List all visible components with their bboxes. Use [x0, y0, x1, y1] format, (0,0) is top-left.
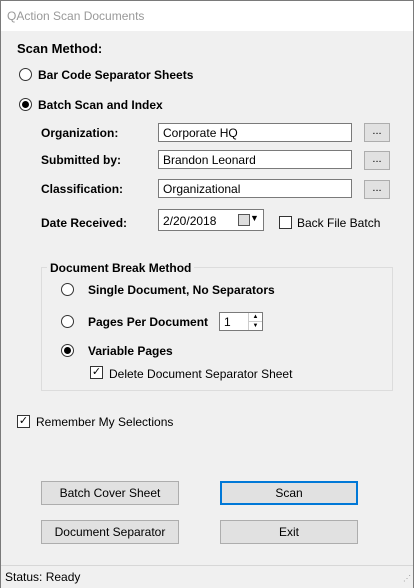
main-window: QAction Scan Documents Scan Method: Bar …: [0, 0, 414, 588]
submitted-by-browse-button[interactable]: ...: [364, 151, 390, 170]
classification-label: Classification:: [41, 182, 124, 196]
radio-variable-pages[interactable]: [61, 344, 74, 357]
radio-pages-per-document[interactable]: [61, 315, 74, 328]
window-title: QAction Scan Documents: [7, 9, 145, 23]
radio-batch-scan-label[interactable]: Batch Scan and Index: [38, 98, 163, 112]
resize-grip-icon[interactable]: ⋰: [403, 574, 411, 583]
radio-pages-per-document-label[interactable]: Pages Per Document: [88, 315, 208, 329]
back-file-batch-label[interactable]: Back File Batch: [297, 216, 380, 230]
title-bar: QAction Scan Documents: [1, 1, 413, 31]
status-text: Status: Ready: [5, 570, 81, 584]
back-file-batch-checkbox[interactable]: [279, 216, 292, 229]
pages-per-document-stepper[interactable]: 1 ▲ ▼: [219, 312, 263, 331]
radio-single-document-label[interactable]: Single Document, No Separators: [88, 283, 275, 297]
radio-barcode-separator[interactable]: [19, 68, 32, 81]
radio-variable-pages-label[interactable]: Variable Pages: [88, 344, 173, 358]
radio-barcode-separator-label[interactable]: Bar Code Separator Sheets: [38, 68, 193, 82]
classification-browse-button[interactable]: ...: [364, 180, 390, 199]
remember-selections-checkbox[interactable]: ✓: [17, 415, 30, 428]
submitted-by-field[interactable]: Brandon Leonard: [158, 150, 352, 169]
break-method-heading: Document Break Method: [47, 261, 195, 275]
chevron-down-icon[interactable]: ▼: [250, 213, 259, 223]
delete-separator-label[interactable]: Delete Document Separator Sheet: [109, 367, 292, 381]
date-received-label: Date Received:: [41, 216, 128, 230]
chevron-up-icon[interactable]: ▲: [249, 313, 262, 322]
scan-button[interactable]: Scan: [220, 481, 358, 505]
status-bar: Status: Ready ⋰: [1, 565, 413, 588]
remember-selections-label[interactable]: Remember My Selections: [36, 415, 173, 429]
delete-separator-checkbox[interactable]: ✓: [90, 366, 103, 379]
organization-browse-button[interactable]: ...: [364, 123, 390, 142]
pages-per-document-value: 1: [224, 315, 231, 329]
document-separator-button[interactable]: Document Separator: [41, 520, 179, 544]
organization-label: Organization:: [41, 126, 119, 140]
classification-field[interactable]: Organizational: [158, 179, 352, 198]
radio-single-document[interactable]: [61, 283, 74, 296]
date-received-value: 2/20/2018: [163, 214, 217, 228]
submitted-by-label: Submitted by:: [41, 153, 121, 167]
exit-button[interactable]: Exit: [220, 520, 358, 544]
batch-cover-sheet-button[interactable]: Batch Cover Sheet: [41, 481, 179, 505]
stepper-arrows[interactable]: ▲ ▼: [248, 313, 262, 330]
radio-batch-scan[interactable]: [19, 98, 32, 111]
calendar-icon[interactable]: [238, 214, 250, 226]
chevron-down-icon[interactable]: ▼: [249, 322, 262, 330]
organization-field[interactable]: Corporate HQ: [158, 123, 352, 142]
scan-method-heading: Scan Method:: [17, 41, 103, 56]
